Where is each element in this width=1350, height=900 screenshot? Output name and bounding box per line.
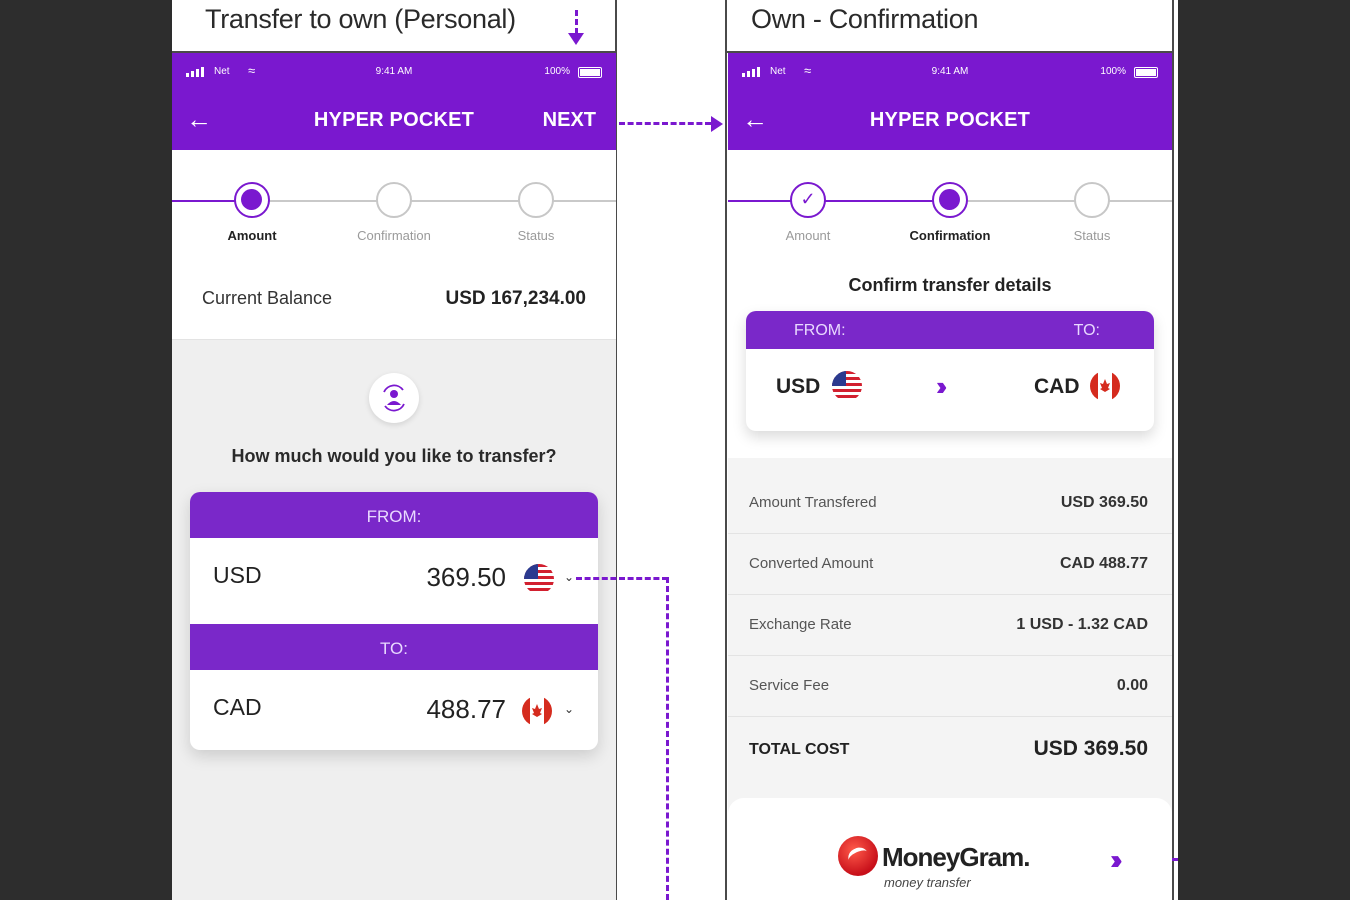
step-label-amount: Amount	[785, 228, 831, 243]
currency-pair-card: FROM: TO: USD ›› CAD	[746, 311, 1154, 431]
flow-connector	[1172, 858, 1178, 861]
app-header: Net ≈ 9:41 AM 100% ← HYPER POCKET NEXT	[172, 53, 616, 150]
detail-label: Service Fee	[749, 677, 830, 694]
step-amount	[234, 182, 270, 218]
step-label-confirmation: Confirmation	[909, 228, 991, 243]
detail-value: 1 USD - 1.32 CAD	[1016, 616, 1148, 633]
phone-transfer-amount: Net ≈ 9:41 AM 100% ← HYPER POCKET NEXT A…	[172, 53, 616, 900]
transfer-user-icon	[369, 373, 419, 423]
chevron-down-icon[interactable]: ⌄	[564, 570, 574, 584]
us-flag-icon	[524, 564, 554, 594]
balance-label: Current Balance	[202, 288, 333, 308]
ca-flag-icon	[522, 696, 552, 726]
screen-caption-right: Own - Confirmation	[751, 4, 979, 34]
flow-connector	[575, 10, 578, 34]
from-currency-row[interactable]: USD 369.50 ⌄	[190, 538, 598, 618]
double-chevron-right-icon: ››	[936, 371, 948, 401]
stepper-line	[950, 200, 1172, 202]
to-currency-row[interactable]: CAD 488.77 ⌄	[190, 670, 598, 750]
storyboard: Transfer to own (Personal) Own - Confirm…	[172, 0, 1178, 900]
detail-row: Converted Amount CAD 488.77	[728, 534, 1172, 595]
provider-card[interactable]: MoneyGram. money transfer ››	[728, 798, 1172, 900]
detail-row: Service Fee 0.00	[728, 656, 1172, 717]
step-status	[1074, 182, 1110, 218]
battery-percent: 100%	[544, 66, 570, 77]
step-label-amount: Amount	[227, 228, 277, 243]
total-cost-label: TOTAL COST	[749, 741, 850, 758]
battery-icon	[1134, 67, 1158, 78]
stepper-line	[252, 200, 616, 202]
stepper-line	[728, 200, 950, 202]
from-bar: FROM:	[190, 492, 598, 538]
app-header: Net ≈ 9:41 AM 100% ← HYPER POCKET	[728, 53, 1172, 150]
balance-value: USD 167,234.00	[445, 288, 587, 309]
provider-name: MoneyGram.	[882, 842, 1030, 872]
flow-arrowhead	[711, 116, 723, 132]
total-cost-value: USD 369.50	[1033, 737, 1148, 760]
flow-connector	[576, 577, 668, 580]
step-label-status: Status	[1073, 228, 1111, 243]
transfer-question: How much would you like to transfer?	[231, 446, 557, 466]
to-label: TO:	[1073, 322, 1100, 339]
provider-tagline: money transfer	[884, 875, 971, 890]
battery-percent: 100%	[1100, 66, 1126, 77]
currency-card: FROM: USD 369.50 ⌄ TO: CAD 488.77 ⌄	[190, 492, 598, 750]
flow-arrowhead	[568, 33, 584, 45]
from-amount-input[interactable]: 369.50	[426, 562, 506, 593]
nav-bar: ← HYPER POCKET NEXT	[172, 103, 616, 137]
detail-value: CAD 488.77	[1059, 555, 1148, 572]
detail-label: Amount Transfered	[749, 494, 877, 511]
step-confirmation	[376, 182, 412, 218]
step-amount-check-icon: ✓	[790, 182, 826, 218]
detail-label: Exchange Rate	[749, 616, 852, 633]
ca-flag-icon	[1090, 371, 1120, 401]
detail-row: Amount Transfered USD 369.50	[728, 473, 1172, 534]
us-flag-icon	[832, 371, 862, 401]
moneygram-logo-icon	[838, 836, 878, 876]
phone-confirmation: Net ≈ 9:41 AM 100% ← HYPER POCKET ✓ Amou…	[728, 53, 1172, 900]
to-currency-code: CAD	[1034, 375, 1080, 398]
chevron-down-icon[interactable]: ⌄	[564, 702, 574, 716]
transfer-details: Amount Transfered USD 369.50 Converted A…	[728, 458, 1172, 900]
confirm-title: Confirm transfer details	[848, 275, 1052, 295]
step-confirmation	[932, 182, 968, 218]
to-bar: TO:	[190, 624, 598, 670]
detail-label: Converted Amount	[749, 555, 874, 572]
total-cost-row: TOTAL COST USD 369.50	[728, 717, 1172, 778]
screen-caption-left: Transfer to own (Personal)	[205, 4, 516, 34]
next-button[interactable]: NEXT	[543, 109, 596, 132]
status-bar: Net ≈ 9:41 AM 100%	[172, 63, 616, 83]
double-chevron-right-icon[interactable]: ››	[1110, 844, 1122, 876]
step-status	[518, 182, 554, 218]
detail-value: USD 369.50	[1060, 494, 1148, 511]
app-title: HYPER POCKET	[869, 109, 1031, 131]
to-currency-code: CAD	[213, 694, 262, 720]
separator	[725, 0, 727, 900]
separator	[1172, 0, 1174, 900]
detail-row: Exchange Rate 1 USD - 1.32 CAD	[728, 595, 1172, 656]
detail-value: 0.00	[1116, 677, 1148, 694]
progress-stepper: Amount Confirmation Status	[172, 150, 616, 260]
progress-stepper: ✓ Amount Confirmation Status	[728, 150, 1172, 260]
flow-connector	[666, 577, 669, 900]
from-currency-code: USD	[776, 375, 821, 398]
status-bar: Net ≈ 9:41 AM 100%	[728, 63, 1172, 83]
battery-icon	[578, 67, 602, 78]
step-label-confirmation: Confirmation	[357, 228, 431, 243]
currency-pair-header: FROM: TO:	[746, 311, 1154, 349]
current-balance-row: Current Balance USD 167,234.00	[172, 260, 616, 340]
step-label-status: Status	[517, 228, 555, 243]
from-currency-code: USD	[213, 562, 262, 588]
nav-bar: ← HYPER POCKET	[728, 103, 1172, 137]
to-amount-value: 488.77	[426, 694, 506, 724]
from-label: FROM:	[794, 322, 846, 339]
flow-connector	[619, 122, 711, 125]
transfer-form: How much would you like to transfer? FRO…	[172, 340, 616, 900]
